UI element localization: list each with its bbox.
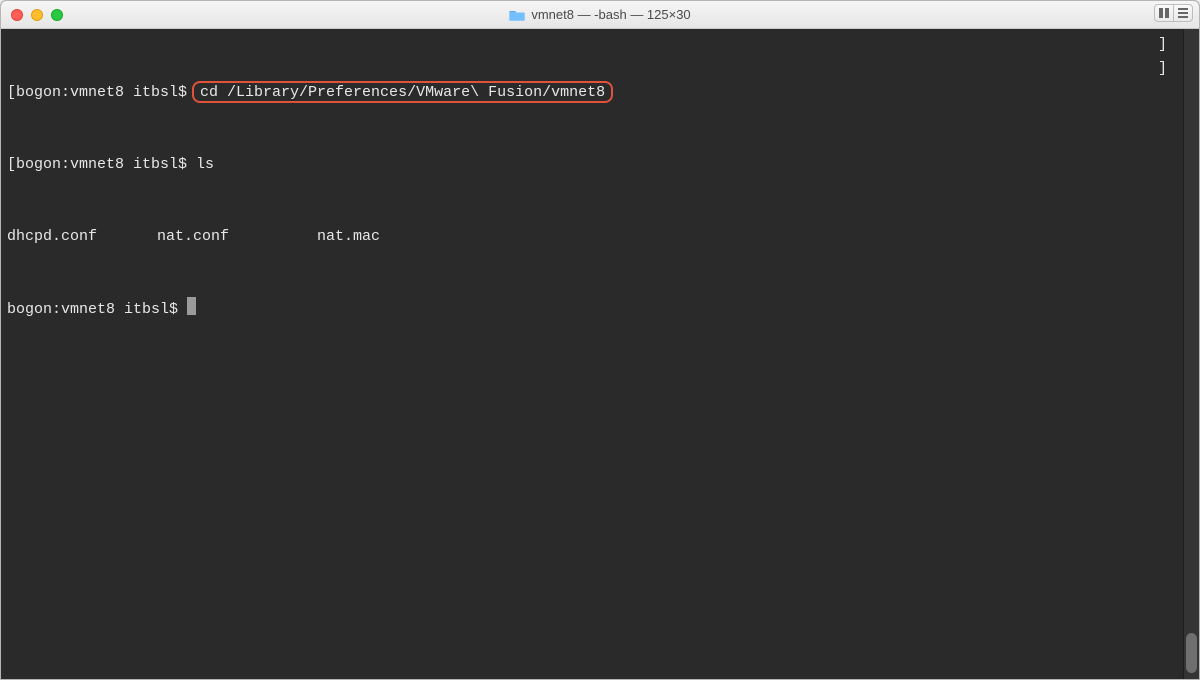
highlighted-command: cd /Library/Preferences/VMware\ Fusion/v… xyxy=(192,81,613,103)
panes-button[interactable] xyxy=(1154,4,1174,22)
scrollbar-thumb[interactable] xyxy=(1186,633,1197,673)
terminal-line: [bogon:vmnet8 itbsl$ ls] xyxy=(7,153,1193,177)
window-title-group: vmnet8 — -bash — 125×30 xyxy=(1,7,1199,22)
file-name: dhcpd.conf xyxy=(7,225,157,249)
traffic-lights xyxy=(11,9,63,21)
terminal-line: bogon:vmnet8 itbsl$ xyxy=(7,297,1193,321)
titlebar[interactable]: vmnet8 — -bash — 125×30 xyxy=(1,1,1199,29)
terminal-line: dhcpd.confnat.confnat.mac xyxy=(7,225,1193,249)
terminal-body[interactable]: [bogon:vmnet8 itbsl$ cd /Library/Prefere… xyxy=(1,29,1199,679)
cursor-icon xyxy=(187,297,196,315)
minimize-icon[interactable] xyxy=(31,9,43,21)
file-name: nat.conf xyxy=(157,225,317,249)
folder-icon xyxy=(509,9,525,21)
list-icon xyxy=(1178,8,1188,18)
line-end-bracket: ] xyxy=(1158,33,1167,57)
command-text: ls xyxy=(196,156,214,173)
prompt: [bogon:vmnet8 itbsl$ xyxy=(7,156,196,173)
scrollbar-track[interactable] xyxy=(1183,29,1199,679)
panes-icon xyxy=(1159,8,1169,18)
file-name: nat.mac xyxy=(317,225,437,249)
close-icon[interactable] xyxy=(11,9,23,21)
terminal-line: [bogon:vmnet8 itbsl$ cd /Library/Prefere… xyxy=(7,81,1193,105)
prompt: [bogon:vmnet8 itbsl$ xyxy=(7,84,196,101)
terminal-window: vmnet8 — -bash — 125×30 [bogon:vmnet8 it… xyxy=(0,0,1200,680)
line-end-bracket: ] xyxy=(1158,57,1167,81)
prompt: bogon:vmnet8 itbsl$ xyxy=(7,301,187,318)
titlebar-segmented-control[interactable] xyxy=(1154,4,1193,22)
zoom-icon[interactable] xyxy=(51,9,63,21)
list-button[interactable] xyxy=(1173,4,1193,22)
window-title: vmnet8 — -bash — 125×30 xyxy=(531,7,690,22)
